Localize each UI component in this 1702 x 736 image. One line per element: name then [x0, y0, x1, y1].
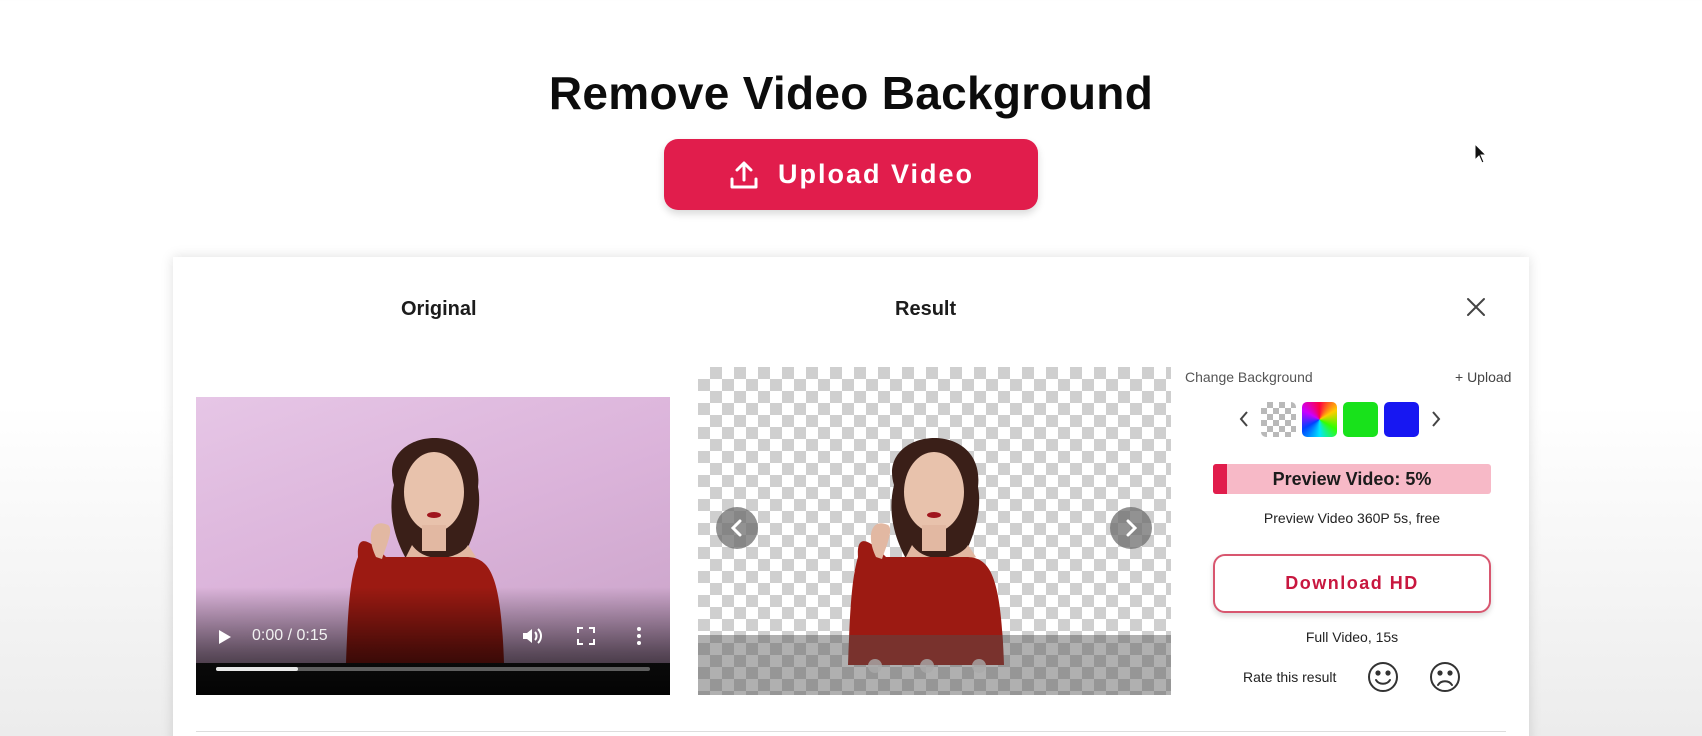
chevron-left-icon	[730, 519, 742, 537]
original-title: Original	[401, 298, 477, 320]
volume-icon[interactable]	[521, 626, 543, 646]
video-controls: 0:00 / 0:15	[196, 621, 670, 651]
rate-label: Rate this result	[1243, 669, 1337, 685]
swatch-transparent[interactable]	[1261, 401, 1296, 437]
fullscreen-icon[interactable]	[577, 627, 595, 645]
change-background-label: Change Background	[1185, 369, 1313, 385]
video-time: 0:00 / 0:15	[252, 627, 328, 644]
upload-background-link[interactable]: + Upload	[1455, 369, 1511, 385]
upload-video-button[interactable]: Upload Video	[664, 139, 1038, 210]
panel-divider	[196, 731, 1506, 732]
swatch-next-button[interactable]	[1425, 401, 1447, 437]
carousel-dots	[868, 659, 986, 673]
swatch-prev-button[interactable]	[1233, 401, 1255, 437]
result-preview	[698, 367, 1171, 695]
result-prev-button[interactable]	[716, 507, 758, 549]
upload-icon	[730, 161, 758, 188]
swatch-blue[interactable]	[1384, 401, 1419, 437]
carousel-dot[interactable]	[868, 659, 882, 673]
download-hd-button[interactable]: Download HD	[1213, 554, 1491, 613]
video-progress-fill	[216, 667, 299, 671]
preview-progress-label: Preview Video: 5%	[1272, 469, 1432, 489]
carousel-dot[interactable]	[920, 659, 934, 673]
upload-video-label: Upload Video	[777, 159, 975, 189]
video-progress-bar[interactable]	[216, 667, 650, 671]
smiley-icon[interactable]	[1367, 661, 1399, 693]
chevron-right-icon	[1432, 411, 1441, 427]
page-title: Remove Video Background	[548, 67, 1154, 119]
background-swatches	[1233, 401, 1447, 437]
preview-progress-bar: Preview Video: 5%	[1213, 464, 1491, 494]
chevron-left-icon	[1239, 411, 1248, 427]
swatch-green[interactable]	[1343, 401, 1378, 437]
close-icon[interactable]	[1464, 295, 1488, 319]
original-video-player[interactable]: 0:00 / 0:15	[196, 397, 670, 695]
mouse-cursor-icon	[1474, 143, 1488, 164]
chevron-right-icon	[1126, 519, 1138, 537]
result-next-button[interactable]	[1110, 507, 1152, 549]
preview-subtext: Preview Video 360P 5s, free	[1263, 510, 1441, 526]
more-options-icon[interactable]	[636, 626, 642, 646]
full-video-text: Full Video, 15s	[1305, 629, 1399, 645]
result-title: Result	[895, 298, 957, 320]
carousel-dot[interactable]	[972, 659, 986, 673]
play-icon[interactable]	[218, 629, 232, 645]
frown-icon[interactable]	[1429, 661, 1461, 693]
swatch-rainbow[interactable]	[1302, 401, 1337, 437]
